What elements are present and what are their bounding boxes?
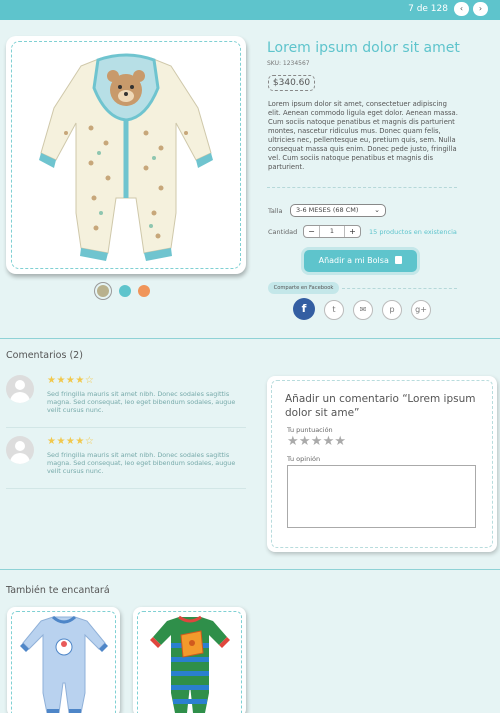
twitter-icon[interactable]: t	[324, 300, 344, 320]
size-label: Talla	[268, 207, 283, 215]
shopping-bag-icon	[395, 256, 403, 264]
avatar	[6, 436, 34, 464]
opinion-label: Tu opinión	[287, 455, 321, 463]
avatar	[6, 375, 34, 403]
product-sku: SKU: 1234567	[267, 60, 310, 67]
product-image-card	[6, 36, 246, 274]
related-heading: También te encantará	[6, 585, 110, 596]
quantity-stepper: − 1 +	[303, 225, 361, 238]
opinion-textarea[interactable]	[287, 465, 476, 528]
stock-status: 15 productos en existencia	[369, 228, 457, 236]
chevron-left-icon: ‹	[459, 4, 464, 13]
review-item: ★★★★☆ Sed fringilla mauris sit amet nibh…	[6, 436, 246, 491]
review-text: Sed fringilla mauris sit amet nibh. Done…	[47, 390, 236, 414]
size-select[interactable]: 3-6 MESES (68 CM) ⌄	[290, 204, 386, 217]
pinterest-icon[interactable]: p	[382, 300, 402, 320]
color-swatch-orange[interactable]	[138, 285, 150, 297]
divider	[267, 187, 457, 188]
product-title: Lorem ipsum dolor sit amet	[267, 40, 460, 56]
review-stars: ★★★★☆	[47, 375, 95, 386]
rating-label: Tu puntuación	[287, 426, 333, 434]
facebook-icon[interactable]: f	[293, 298, 315, 320]
related-product-card[interactable]	[7, 607, 120, 713]
add-to-bag-button[interactable]: Añadir a mi Bolsa	[304, 250, 417, 272]
related-product-card[interactable]	[133, 607, 246, 713]
size-select-value: 3-6 MESES (68 CM)	[296, 206, 359, 214]
color-swatch-beige[interactable]	[97, 285, 109, 297]
review-text: Sed fringilla mauris sit amet nibh. Done…	[47, 451, 236, 475]
next-product-button[interactable]: ›	[473, 2, 488, 16]
section-divider	[0, 338, 500, 339]
related-product-image	[20, 615, 108, 713]
chevron-right-icon: ›	[478, 4, 483, 13]
google-plus-icon[interactable]: g+	[411, 300, 431, 320]
chevron-down-icon: ⌄	[374, 206, 380, 214]
quantity-value[interactable]: 1	[320, 226, 344, 237]
add-to-bag-label: Añadir a mi Bolsa	[318, 256, 389, 265]
section-divider	[0, 569, 500, 570]
share-facebook-label: Comparte en Facebook	[268, 282, 339, 294]
product-description: Lorem ipsum dolor sit amet, consectetuer…	[268, 100, 458, 171]
review-form: Añadir un comentario “Lorem ipsum dolor …	[267, 376, 497, 552]
related-product-image	[150, 615, 230, 713]
product-counter: 7 de 128	[408, 4, 448, 14]
quantity-increase-button[interactable]: +	[344, 226, 360, 237]
review-form-title: Añadir un comentario “Lorem ipsum dolor …	[285, 393, 476, 419]
comments-heading: Comentarios (2)	[6, 350, 83, 361]
product-image[interactable]	[36, 48, 216, 263]
email-icon[interactable]: ✉	[353, 300, 373, 320]
top-bar: 7 de 128 ‹ ›	[0, 0, 500, 20]
quantity-decrease-button[interactable]: −	[304, 226, 320, 237]
product-price: $340.60	[268, 75, 315, 91]
quantity-label: Cantidad	[268, 228, 298, 236]
color-swatch-teal[interactable]	[119, 285, 131, 297]
review-item: ★★★★☆ Sed fringilla mauris sit amet nibh…	[6, 375, 246, 430]
rating-stars-input[interactable]: ★★★★★	[287, 434, 346, 449]
previous-product-button[interactable]: ‹	[454, 2, 469, 16]
review-stars: ★★★★☆	[47, 436, 95, 447]
divider	[342, 288, 457, 289]
